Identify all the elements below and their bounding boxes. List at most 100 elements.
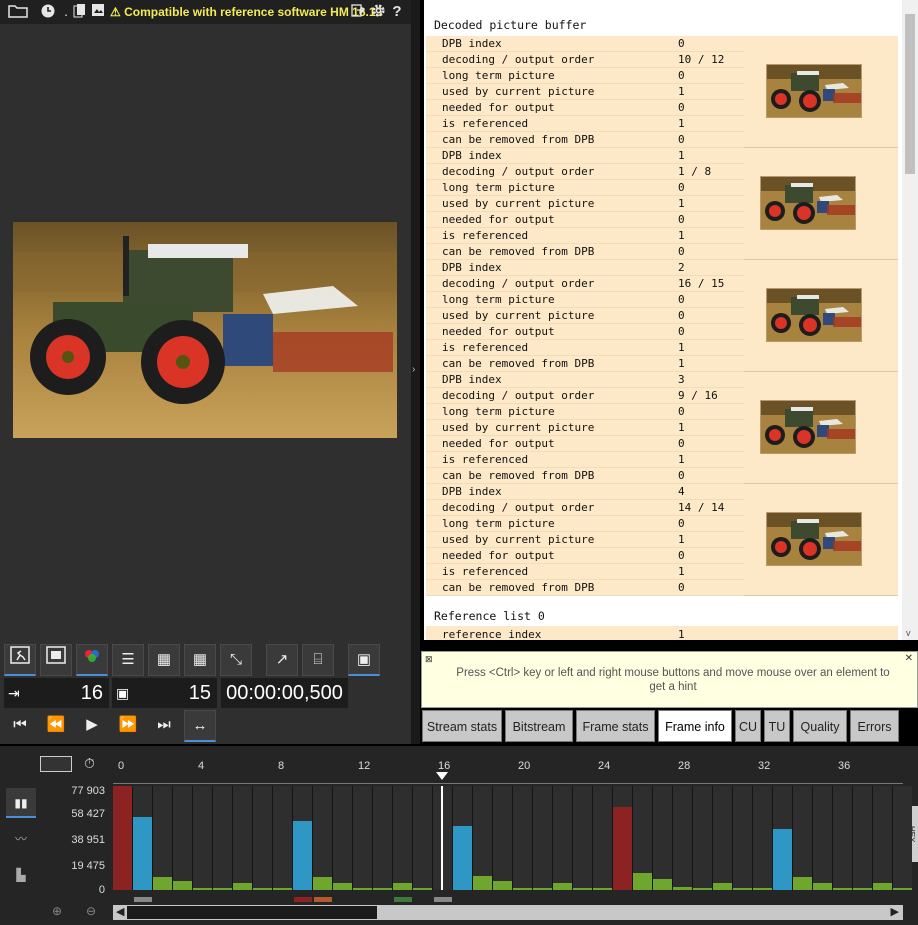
- step-forward-icon[interactable]: ⏩: [112, 710, 144, 742]
- tab-bitstream[interactable]: Bitstream: [505, 710, 573, 742]
- skip-first-icon[interactable]: ⏮: [4, 710, 36, 742]
- scroll-right-icon[interactable]: ▶: [891, 905, 899, 918]
- histogram-mode-icon[interactable]: ▙: [6, 860, 36, 890]
- dpb-row: decoding / output order 16 / 15: [426, 276, 744, 292]
- row-value: 0: [678, 549, 685, 562]
- timecode-box[interactable]: 00:00:00,500: [221, 678, 348, 708]
- frame-column[interactable]: [273, 786, 292, 890]
- frame-column[interactable]: [713, 786, 732, 890]
- frame-bar: [133, 817, 152, 890]
- help-icon[interactable]: ?: [389, 3, 405, 21]
- frame-column[interactable]: [633, 786, 652, 890]
- frame-column[interactable]: [173, 786, 192, 890]
- scroll-thumb[interactable]: [905, 14, 915, 174]
- zoom-out-icon[interactable]: ⊖: [86, 904, 96, 918]
- step-back-icon[interactable]: ⏪: [40, 710, 72, 742]
- frame-column[interactable]: [873, 786, 892, 890]
- frame-column[interactable]: [373, 786, 392, 890]
- fit-width-icon[interactable]: ↔: [184, 710, 216, 742]
- frame-border-icon[interactable]: ▣: [348, 644, 380, 676]
- frame-bar: [233, 883, 252, 890]
- playhead-icon[interactable]: [436, 772, 448, 780]
- frame-column[interactable]: [133, 786, 152, 890]
- stamp-icon[interactable]: ⌸: [302, 644, 334, 676]
- grid-large-icon[interactable]: ▦: [184, 644, 216, 676]
- frame-column[interactable]: [473, 786, 492, 890]
- frame-column[interactable]: [813, 786, 832, 890]
- run-icon[interactable]: [4, 644, 36, 676]
- row-key: decoding / output order: [442, 53, 595, 66]
- tab-frame-info[interactable]: Frame info: [658, 710, 732, 742]
- frame-column[interactable]: [213, 786, 232, 890]
- folder-open-icon[interactable]: [6, 3, 32, 21]
- frame-column[interactable]: [413, 786, 432, 890]
- dpb-row: used by current picture 1: [426, 84, 744, 100]
- tab-tu[interactable]: TU: [764, 710, 790, 742]
- frame-index-box[interactable]: ⇥ 16: [4, 678, 109, 708]
- frame-column[interactable]: [593, 786, 612, 890]
- frame-column[interactable]: [153, 786, 172, 890]
- skip-last-icon[interactable]: ⏭: [148, 710, 180, 742]
- frame-column[interactable]: [613, 786, 632, 890]
- frame-column[interactable]: [673, 786, 692, 890]
- frame-column[interactable]: [753, 786, 772, 890]
- frame-column[interactable]: [113, 786, 132, 890]
- frame-column[interactable]: [393, 786, 412, 890]
- frame-column[interactable]: [453, 786, 472, 890]
- tab-errors[interactable]: Errors: [850, 710, 899, 742]
- chart-mode-button[interactable]: [40, 756, 72, 772]
- tab-stream-stats[interactable]: Stream stats: [422, 710, 502, 742]
- row-value: 0: [678, 293, 685, 306]
- image-file-icon[interactable]: [90, 3, 106, 21]
- gear-icon[interactable]: [369, 3, 387, 21]
- frame-column[interactable]: [693, 786, 712, 890]
- panel-splitter[interactable]: ›: [411, 0, 420, 744]
- frame-column[interactable]: [193, 786, 212, 890]
- frame-column[interactable]: [773, 786, 792, 890]
- frame-column[interactable]: [833, 786, 852, 890]
- frame-column[interactable]: [893, 786, 912, 890]
- frame-column[interactable]: [553, 786, 572, 890]
- lines-icon[interactable]: ☰: [112, 644, 144, 676]
- clock-icon[interactable]: [38, 3, 58, 21]
- motion-vectors-icon[interactable]: ⤡: [220, 644, 252, 676]
- frame-column[interactable]: [233, 786, 252, 890]
- vertical-scrollbar[interactable]: v: [902, 0, 918, 640]
- stopwatch-icon[interactable]: ⏱: [84, 755, 95, 772]
- bar-chart-mode-icon[interactable]: ▮▮: [6, 788, 36, 818]
- film-icon[interactable]: [40, 644, 72, 676]
- dpb-row: long term picture 0: [426, 404, 744, 420]
- scroll-left-icon[interactable]: ◀: [116, 905, 124, 918]
- arrow-diagonal-icon[interactable]: ↗: [266, 644, 298, 676]
- tab-cu[interactable]: CU: [735, 710, 761, 742]
- frame-column[interactable]: [493, 786, 512, 890]
- color-channels-icon[interactable]: [76, 644, 108, 676]
- frame-count-box[interactable]: ▣ 15: [112, 678, 217, 708]
- export-icon[interactable]: [350, 3, 366, 21]
- close-icon[interactable]: ✕: [905, 653, 913, 664]
- frame-column[interactable]: [733, 786, 752, 890]
- line-chart-mode-icon[interactable]: 〰: [6, 824, 36, 854]
- frame-column[interactable]: [853, 786, 872, 890]
- frame-column[interactable]: [313, 786, 332, 890]
- current-frame-marker[interactable]: [441, 786, 443, 890]
- dpb-row: is referenced 1: [426, 564, 744, 580]
- copy-icon[interactable]: [72, 3, 88, 21]
- tab-quality[interactable]: Quality: [793, 710, 847, 742]
- frame-column[interactable]: [793, 786, 812, 890]
- frame-column[interactable]: [333, 786, 352, 890]
- hint-pin-icon[interactable]: ⊠: [425, 654, 433, 665]
- frame-column[interactable]: [353, 786, 372, 890]
- frame-column[interactable]: [533, 786, 552, 890]
- frame-column[interactable]: [293, 786, 312, 890]
- zoom-in-icon[interactable]: ⊕: [52, 904, 62, 918]
- horizontal-scrollbar[interactable]: ◀ ▶: [113, 905, 903, 920]
- frame-column[interactable]: [573, 786, 592, 890]
- frame-column[interactable]: [253, 786, 272, 890]
- frame-column[interactable]: [513, 786, 532, 890]
- scroll-down-icon[interactable]: v: [906, 628, 911, 638]
- play-icon[interactable]: ▶: [76, 710, 108, 742]
- tab-frame-stats[interactable]: Frame stats: [576, 710, 655, 742]
- frame-column[interactable]: [653, 786, 672, 890]
- grid-icon[interactable]: ▦: [148, 644, 180, 676]
